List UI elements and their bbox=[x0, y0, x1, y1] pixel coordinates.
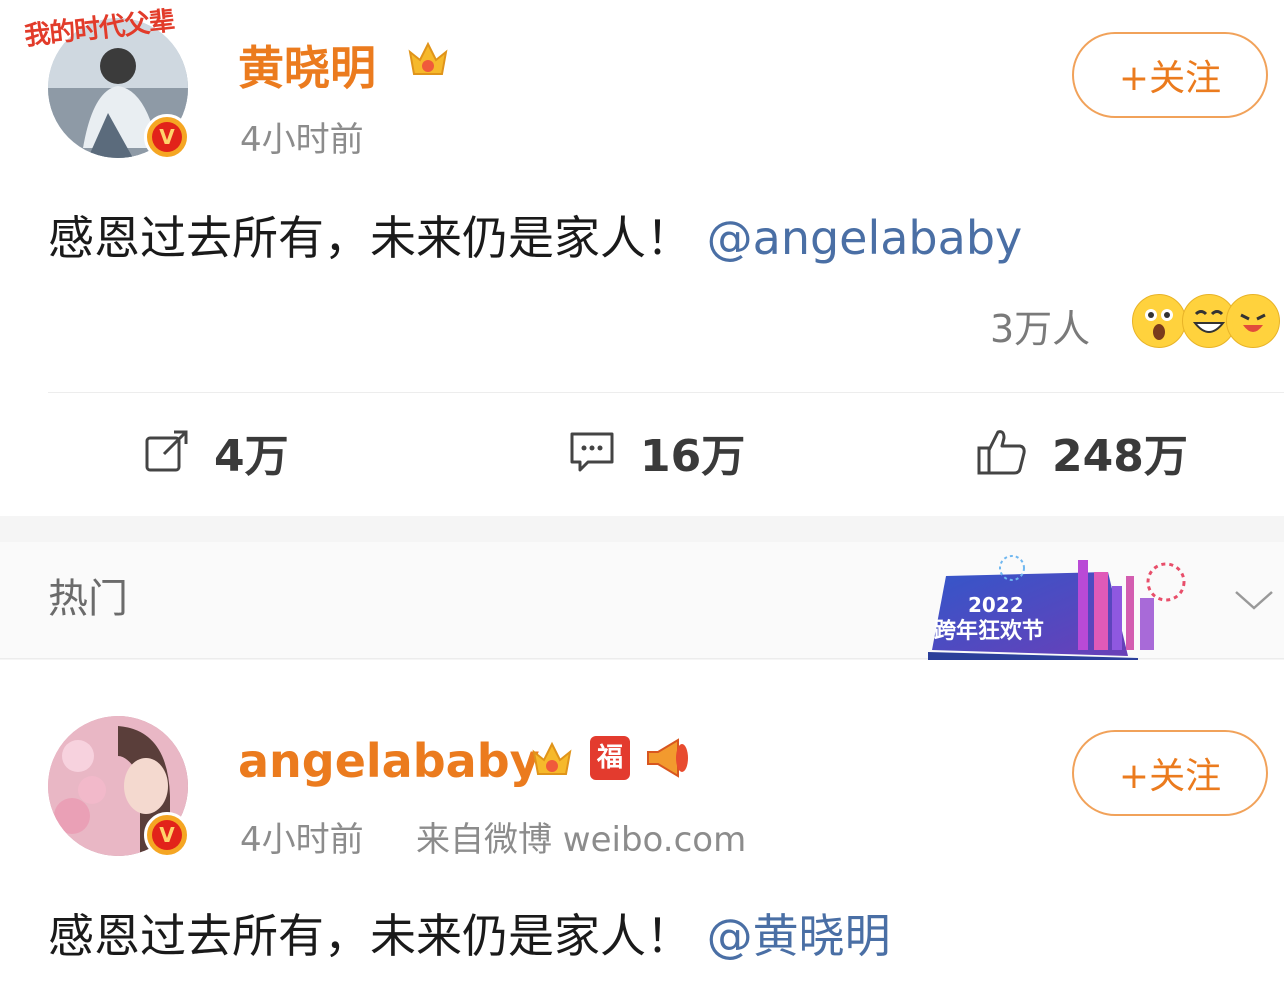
post-time: 4小时前 bbox=[240, 820, 364, 860]
author-name[interactable]: angelababy bbox=[238, 734, 540, 788]
post-source: 来自微博 weibo.com bbox=[416, 820, 747, 860]
new-year-festival-banner[interactable]: 2022 跨年狂欢节 bbox=[928, 552, 1200, 662]
mention-link[interactable]: @黄晓明 bbox=[707, 909, 891, 963]
post-time: 4小时前 bbox=[240, 120, 364, 160]
banner-year: 2022 bbox=[968, 593, 1024, 617]
like-count: 248万 bbox=[1052, 431, 1188, 482]
follow-button[interactable]: +关注 bbox=[1072, 32, 1268, 118]
crown-icon bbox=[532, 741, 572, 775]
surprised-face-icon bbox=[1132, 294, 1186, 348]
comment-icon bbox=[570, 432, 614, 472]
divider bbox=[48, 392, 1284, 393]
like-button[interactable]: 248万 bbox=[976, 420, 1188, 484]
comment-count: 16万 bbox=[640, 431, 746, 482]
laughing-face-icon bbox=[1226, 294, 1280, 348]
like-thumb-icon bbox=[977, 430, 1026, 475]
reaction-count[interactable]: 3万人 bbox=[990, 298, 1090, 353]
repost-button[interactable]: 4万 bbox=[144, 420, 289, 484]
hot-section-label[interactable]: 热门 bbox=[48, 566, 128, 624]
banner-title: 跨年狂欢节 bbox=[934, 618, 1044, 644]
repost-icon bbox=[145, 430, 188, 472]
post-content: 感恩过去所有，未来仍是家人！ @黄晓明 bbox=[48, 900, 891, 966]
megaphone-icon bbox=[647, 738, 688, 778]
fu-badge-icon: 福 bbox=[590, 736, 630, 780]
verified-badge-icon: V bbox=[144, 812, 190, 858]
comment-button[interactable]: 16万 bbox=[568, 420, 745, 484]
post-text: 感恩过去所有，未来仍是家人！ bbox=[48, 211, 692, 265]
post-text: 感恩过去所有，未来仍是家人！ bbox=[48, 909, 692, 963]
mention-link[interactable]: @angelababy bbox=[707, 211, 1023, 265]
author-name[interactable]: 黄晓明 bbox=[238, 32, 376, 98]
verified-badge-icon: V bbox=[144, 114, 190, 160]
chevron-down-icon[interactable] bbox=[1234, 588, 1274, 612]
repost-count: 4万 bbox=[214, 431, 289, 482]
follow-button[interactable]: +关注 bbox=[1072, 730, 1268, 816]
post-card-1: 我的时代父辈 V 黄晓明 4小时前 +关注 感恩过去所有，未来仍是家人！ @an… bbox=[0, 0, 1284, 516]
post-content: 感恩过去所有，未来仍是家人！ @angelababy bbox=[48, 202, 1022, 268]
crown-icon bbox=[408, 41, 448, 75]
